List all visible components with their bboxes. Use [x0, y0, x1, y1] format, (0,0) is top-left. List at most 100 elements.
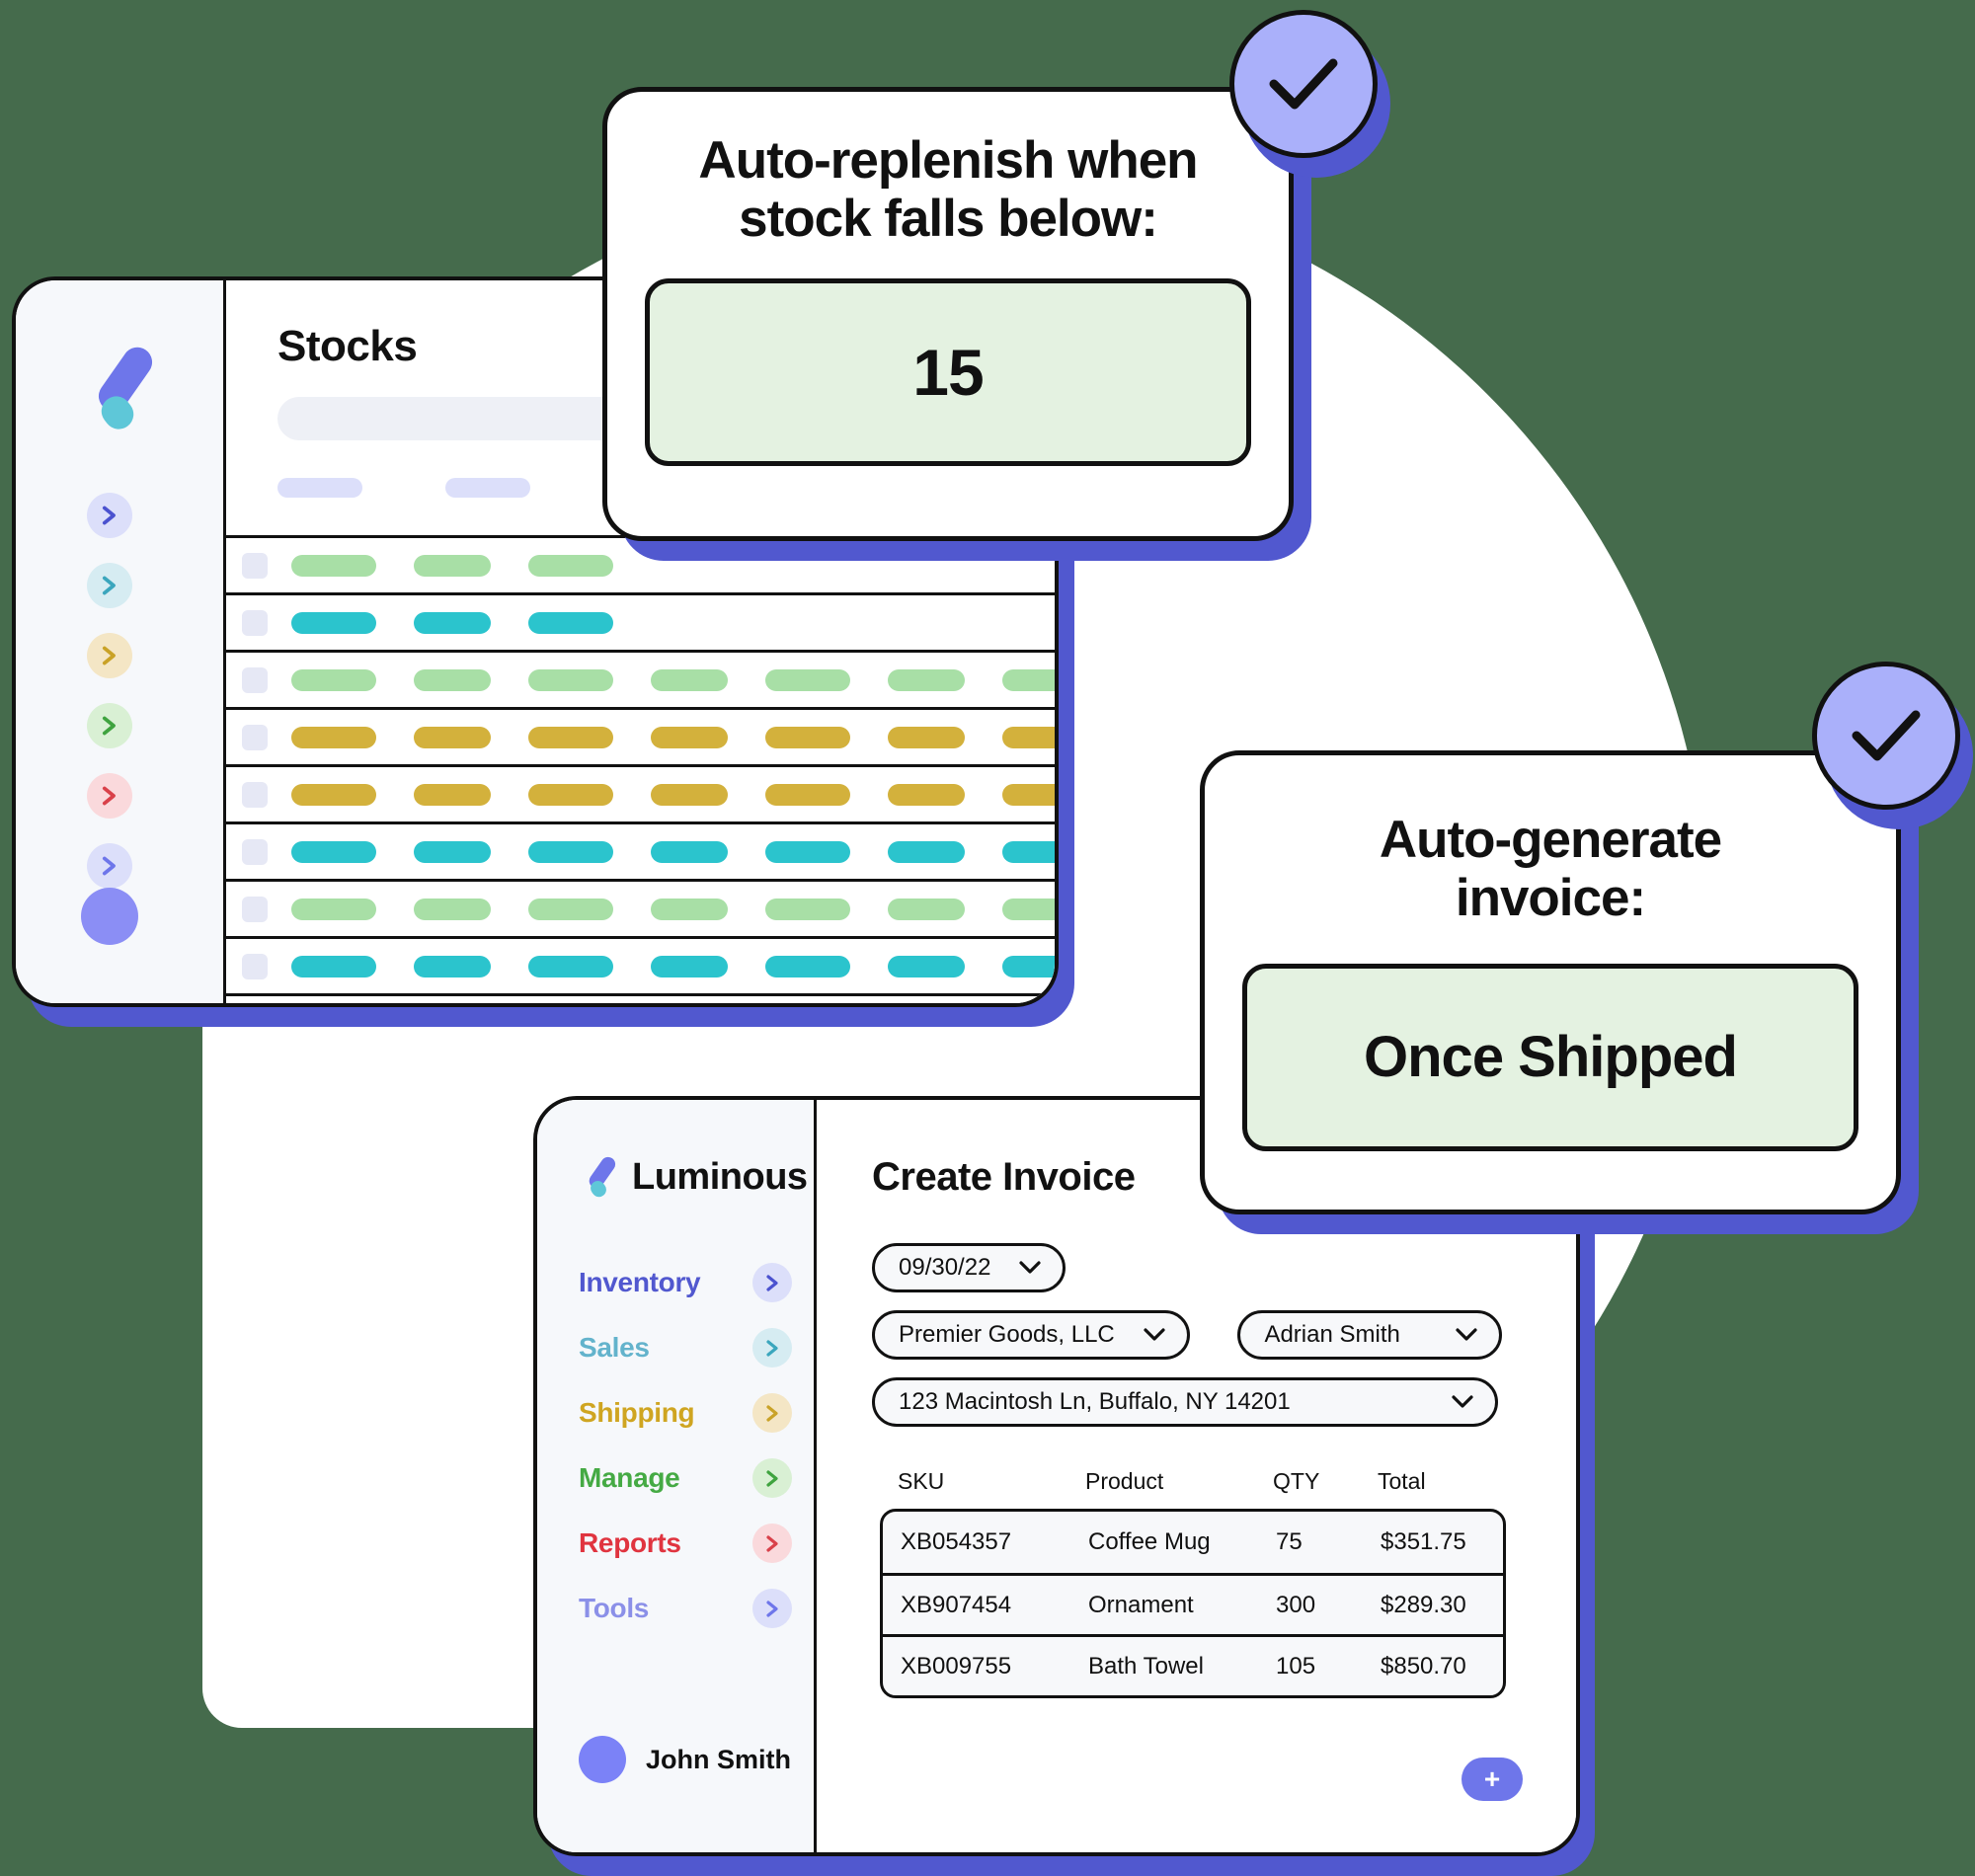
- auto-replenish-value-box[interactable]: 15: [645, 277, 1251, 466]
- brand-name: Luminous: [632, 1155, 808, 1198]
- rail-chevron-right-icon-1[interactable]: [87, 563, 132, 608]
- table-row[interactable]: XB907454 Ornament 300 $289.30: [883, 1573, 1503, 1634]
- sidebar-item-label: Manage: [579, 1462, 680, 1493]
- cell-pill: [765, 726, 850, 748]
- table-row[interactable]: [226, 993, 1055, 1003]
- cell-total: $289.30: [1381, 1591, 1466, 1618]
- rail-chevron-right-icon-0[interactable]: [87, 493, 132, 538]
- sidebar-item-sales[interactable]: Sales: [579, 1328, 792, 1368]
- row-checkbox[interactable]: [242, 781, 268, 808]
- table-row[interactable]: [226, 650, 1055, 707]
- row-checkbox[interactable]: [242, 953, 268, 979]
- row-cells: [291, 611, 613, 634]
- cell-pill: [291, 726, 376, 748]
- avatar-icon[interactable]: [81, 888, 138, 945]
- cell-pill: [888, 840, 965, 863]
- cell-pill: [528, 726, 613, 748]
- sidebar-user[interactable]: John Smith: [579, 1736, 791, 1783]
- address-select[interactable]: 123 Macintosh Ln, Buffalo, NY 14201: [872, 1377, 1498, 1427]
- cell-pill: [528, 840, 613, 863]
- table-row[interactable]: [226, 936, 1055, 993]
- sidebar-nav: Inventory Sales Shipping Manage Reports Tools: [579, 1263, 792, 1628]
- cell-pill: [414, 783, 491, 806]
- chevron-down-icon: [1452, 1395, 1473, 1408]
- sidebar-item-inventory[interactable]: Inventory: [579, 1263, 792, 1302]
- table-row[interactable]: [226, 821, 1055, 879]
- chevron-right-icon[interactable]: [752, 1458, 792, 1498]
- table-row[interactable]: [226, 707, 1055, 764]
- cell-pill: [414, 726, 491, 748]
- chevron-right-icon[interactable]: [752, 1263, 792, 1302]
- row-checkbox[interactable]: [242, 896, 268, 922]
- rail-chevron-right-icon-4[interactable]: [87, 773, 132, 819]
- cell-sku: XB054357: [901, 1528, 1012, 1555]
- row-cells: [291, 668, 1055, 691]
- table-row[interactable]: [226, 879, 1055, 936]
- cell-pill: [291, 840, 376, 863]
- auto-generate-value-box[interactable]: Once Shipped: [1242, 963, 1858, 1151]
- contact-value: Adrian Smith: [1264, 1321, 1400, 1348]
- cell-pill: [414, 611, 491, 634]
- cell-pill: [888, 668, 965, 691]
- sidebar-item-shipping[interactable]: Shipping: [579, 1393, 792, 1433]
- cell-pill: [1002, 783, 1055, 806]
- sidebar-item-label: Inventory: [579, 1267, 701, 1297]
- sidebar-item-label: Reports: [579, 1527, 681, 1558]
- luminous-logo-icon: [579, 1154, 618, 1200]
- cell-total: $850.70: [1381, 1652, 1466, 1680]
- row-checkbox[interactable]: [242, 838, 268, 865]
- cell-pill: [528, 611, 613, 634]
- invoice-sidebar: Luminous Inventory Sales Shipping Manage Rep…: [537, 1100, 817, 1852]
- cell-pill: [651, 898, 728, 920]
- address-value: 123 Macintosh Ln, Buffalo, NY 14201: [899, 1388, 1291, 1415]
- cell-pill: [291, 783, 376, 806]
- rail-chevron-right-icon-3[interactable]: [87, 703, 132, 748]
- sidebar-item-tools[interactable]: Tools: [579, 1589, 792, 1628]
- chevron-right-icon[interactable]: [752, 1393, 792, 1433]
- row-checkbox[interactable]: [242, 552, 268, 579]
- chevron-right-icon[interactable]: [752, 1328, 792, 1368]
- row-checkbox[interactable]: [242, 609, 268, 636]
- add-line-item-button[interactable]: +: [1462, 1758, 1523, 1801]
- cell-sku: XB009755: [901, 1652, 1012, 1680]
- chevron-right-icon[interactable]: [752, 1524, 792, 1563]
- rail-chevron-right-icon-5[interactable]: [87, 843, 132, 889]
- cell-pill: [1002, 955, 1055, 977]
- auto-replenish-value: 15: [912, 335, 984, 409]
- contact-select[interactable]: Adrian Smith: [1237, 1310, 1503, 1360]
- cell-pill: [888, 783, 965, 806]
- vendor-select[interactable]: Premier Goods, LLC: [872, 1310, 1190, 1360]
- cell-pill: [528, 783, 613, 806]
- row-checkbox[interactable]: [242, 666, 268, 693]
- sidebar-item-label: Shipping: [579, 1397, 695, 1428]
- luminous-logo-icon: [77, 342, 158, 432]
- row-checkbox[interactable]: [242, 724, 268, 750]
- cell-qty: 105: [1276, 1652, 1316, 1680]
- cell-pill: [765, 840, 850, 863]
- cell-sku: XB907454: [901, 1591, 1012, 1618]
- date-select[interactable]: 09/30/22: [872, 1243, 1066, 1292]
- table-row[interactable]: XB054357 Coffee Mug 75 $351.75: [883, 1512, 1503, 1573]
- chevron-right-icon[interactable]: [752, 1589, 792, 1628]
- table-row[interactable]: XB009755 Bath Towel 105 $850.70: [883, 1634, 1503, 1695]
- column-header-placeholder: [445, 478, 530, 498]
- column-header-placeholder: [277, 478, 362, 498]
- sidebar-item-manage[interactable]: Manage: [579, 1458, 792, 1498]
- row-cells: [291, 898, 1055, 920]
- cell-pill: [528, 554, 613, 577]
- page-title: Stocks: [277, 322, 418, 370]
- cell-pill: [765, 668, 850, 691]
- rail-chevron-right-icon-2[interactable]: [87, 633, 132, 678]
- table-row[interactable]: [226, 592, 1055, 650]
- sidebar-item-reports[interactable]: Reports: [579, 1524, 792, 1563]
- table-row[interactable]: [226, 764, 1055, 821]
- auto-replenish-heading-line1: Auto-replenish when: [698, 131, 1198, 190]
- column-header: QTY: [1273, 1468, 1320, 1494]
- cell-pill: [1002, 898, 1055, 920]
- cell-pill: [651, 726, 728, 748]
- cell-pill: [291, 554, 376, 577]
- cell-pill: [651, 668, 728, 691]
- cell-pill: [414, 955, 491, 977]
- chevron-down-icon: [1144, 1328, 1165, 1341]
- cell-pill: [765, 955, 850, 977]
